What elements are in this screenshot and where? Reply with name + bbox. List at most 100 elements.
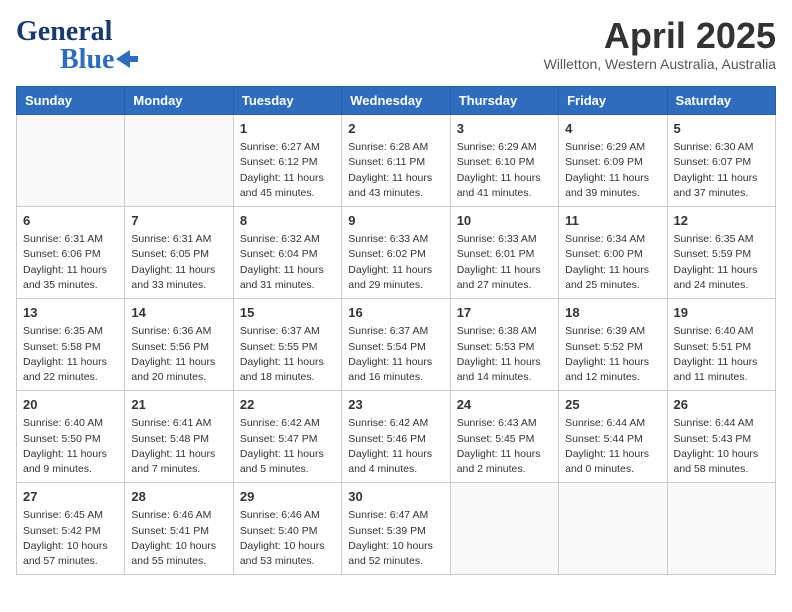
- calendar-cell: 23Sunrise: 6:42 AM Sunset: 5:46 PM Dayli…: [342, 391, 450, 483]
- calendar-cell: 9 Sunrise: 6:33 AM Sunset: 6:02 PM Daylig…: [342, 207, 450, 299]
- day-detail: Sunrise: 6:31 AM Sunset: 6:05 PM Dayligh…: [131, 232, 226, 293]
- calendar-week-row: 27Sunrise: 6:45 AM Sunset: 5:42 PM Dayli…: [17, 483, 776, 575]
- calendar-cell: 13 Sunrise: 6:35 AM Sunset: 5:58 PM Dayli…: [17, 299, 125, 391]
- day-detail: Sunrise: 6:35 AM Sunset: 5:58 PM Dayligh…: [23, 324, 118, 385]
- day-detail: Sunrise: 6:41 AM Sunset: 5:48 PM Dayligh…: [131, 416, 226, 477]
- day-detail: Sunrise: 6:35 AM Sunset: 5:59 PM Dayligh…: [674, 232, 769, 293]
- day-number: 20: [23, 396, 118, 414]
- day-number: 28: [131, 488, 226, 506]
- calendar-cell: 3Sunrise: 6:29 AM Sunset: 6:10 PM Daylig…: [450, 115, 558, 207]
- day-detail: Sunrise: 6:32 AM Sunset: 6:04 PM Dayligh…: [240, 232, 335, 293]
- day-detail: Sunrise: 6:33 AM Sunset: 6:01 PM Dayligh…: [457, 232, 552, 293]
- calendar-cell: 15 Sunrise: 6:37 AM Sunset: 5:55 PM Dayli…: [233, 299, 341, 391]
- calendar-cell: 18Sunrise: 6:39 AM Sunset: 5:52 PM Dayli…: [559, 299, 667, 391]
- col-header-tuesday: Tuesday: [233, 87, 341, 115]
- calendar-week-row: 20Sunrise: 6:40 AM Sunset: 5:50 PM Dayli…: [17, 391, 776, 483]
- calendar-cell: 7Sunrise: 6:31 AM Sunset: 6:05 PM Daylig…: [125, 207, 233, 299]
- day-detail: Sunrise: 6:37 AM Sunset: 5:54 PM Dayligh…: [348, 324, 443, 385]
- day-detail: Sunrise: 6:46 AM Sunset: 5:41 PM Dayligh…: [131, 508, 226, 569]
- day-number: 16: [348, 304, 443, 322]
- day-number: 17: [457, 304, 552, 322]
- page-header: General Blue April 2025 Willetton, Weste…: [16, 16, 776, 76]
- calendar-cell: 5Sunrise: 6:30 AM Sunset: 6:07 PM Daylig…: [667, 115, 775, 207]
- calendar-cell: 1 Sunrise: 6:27 AM Sunset: 6:12 PM Daylig…: [233, 115, 341, 207]
- calendar-cell: 11Sunrise: 6:34 AM Sunset: 6:00 PM Dayli…: [559, 207, 667, 299]
- calendar-cell: 6 Sunrise: 6:31 AM Sunset: 6:06 PM Daylig…: [17, 207, 125, 299]
- calendar-cell: 20Sunrise: 6:40 AM Sunset: 5:50 PM Dayli…: [17, 391, 125, 483]
- calendar-week-row: 6 Sunrise: 6:31 AM Sunset: 6:06 PM Daylig…: [17, 207, 776, 299]
- day-detail: Sunrise: 6:43 AM Sunset: 5:45 PM Dayligh…: [457, 416, 552, 477]
- day-number: 21: [131, 396, 226, 414]
- day-detail: Sunrise: 6:37 AM Sunset: 5:55 PM Dayligh…: [240, 324, 335, 385]
- calendar-week-row: 1 Sunrise: 6:27 AM Sunset: 6:12 PM Daylig…: [17, 115, 776, 207]
- day-number: 22: [240, 396, 335, 414]
- calendar-cell: 17 Sunrise: 6:38 AM Sunset: 5:53 PM Dayli…: [450, 299, 558, 391]
- day-detail: Sunrise: 6:46 AM Sunset: 5:40 PM Dayligh…: [240, 508, 335, 569]
- day-number: 19: [674, 304, 769, 322]
- calendar-week-row: 13 Sunrise: 6:35 AM Sunset: 5:58 PM Dayli…: [17, 299, 776, 391]
- day-number: 26: [674, 396, 769, 414]
- col-header-friday: Friday: [559, 87, 667, 115]
- day-number: 25: [565, 396, 660, 414]
- day-number: 30: [348, 488, 443, 506]
- day-detail: Sunrise: 6:27 AM Sunset: 6:12 PM Dayligh…: [240, 140, 335, 201]
- day-number: 15: [240, 304, 335, 322]
- day-detail: Sunrise: 6:47 AM Sunset: 5:39 PM Dayligh…: [348, 508, 443, 569]
- day-detail: Sunrise: 6:40 AM Sunset: 5:51 PM Dayligh…: [674, 324, 769, 385]
- calendar-cell: [125, 115, 233, 207]
- day-number: 29: [240, 488, 335, 506]
- logo-blue-text: Blue: [60, 44, 114, 76]
- calendar-cell: 10 Sunrise: 6:33 AM Sunset: 6:01 PM Dayli…: [450, 207, 558, 299]
- day-number: 8: [240, 212, 335, 230]
- calendar-cell: 29 Sunrise: 6:46 AM Sunset: 5:40 PM Dayli…: [233, 483, 341, 575]
- day-detail: Sunrise: 6:33 AM Sunset: 6:02 PM Dayligh…: [348, 232, 443, 293]
- day-number: 1: [240, 120, 335, 138]
- day-number: 23: [348, 396, 443, 414]
- day-number: 13: [23, 304, 118, 322]
- day-detail: Sunrise: 6:44 AM Sunset: 5:43 PM Dayligh…: [674, 416, 769, 477]
- calendar-cell: [17, 115, 125, 207]
- day-detail: Sunrise: 6:30 AM Sunset: 6:07 PM Dayligh…: [674, 140, 769, 201]
- logo: General Blue: [16, 16, 138, 76]
- day-detail: Sunrise: 6:31 AM Sunset: 6:06 PM Dayligh…: [23, 232, 118, 293]
- day-number: 24: [457, 396, 552, 414]
- calendar-cell: 25 Sunrise: 6:44 AM Sunset: 5:44 PM Dayli…: [559, 391, 667, 483]
- calendar-cell: 30 Sunrise: 6:47 AM Sunset: 5:39 PM Dayli…: [342, 483, 450, 575]
- day-number: 12: [674, 212, 769, 230]
- day-number: 14: [131, 304, 226, 322]
- day-number: 10: [457, 212, 552, 230]
- day-detail: Sunrise: 6:29 AM Sunset: 6:10 PM Dayligh…: [457, 140, 552, 201]
- day-detail: Sunrise: 6:28 AM Sunset: 6:11 PM Dayligh…: [348, 140, 443, 201]
- col-header-wednesday: Wednesday: [342, 87, 450, 115]
- calendar-cell: 19 Sunrise: 6:40 AM Sunset: 5:51 PM Dayli…: [667, 299, 775, 391]
- day-number: 6: [23, 212, 118, 230]
- calendar-cell: 16 Sunrise: 6:37 AM Sunset: 5:54 PM Dayli…: [342, 299, 450, 391]
- location-subtitle: Willetton, Western Australia, Australia: [544, 56, 776, 72]
- day-number: 18: [565, 304, 660, 322]
- calendar-header-row: SundayMondayTuesdayWednesdayThursdayFrid…: [17, 87, 776, 115]
- day-number: 4: [565, 120, 660, 138]
- col-header-thursday: Thursday: [450, 87, 558, 115]
- calendar-table: SundayMondayTuesdayWednesdayThursdayFrid…: [16, 86, 776, 575]
- calendar-cell: 14 Sunrise: 6:36 AM Sunset: 5:56 PM Dayli…: [125, 299, 233, 391]
- day-number: 9: [348, 212, 443, 230]
- day-detail: Sunrise: 6:44 AM Sunset: 5:44 PM Dayligh…: [565, 416, 660, 477]
- day-detail: Sunrise: 6:38 AM Sunset: 5:53 PM Dayligh…: [457, 324, 552, 385]
- calendar-cell: [559, 483, 667, 575]
- calendar-cell: 28 Sunrise: 6:46 AM Sunset: 5:41 PM Dayli…: [125, 483, 233, 575]
- day-number: 27: [23, 488, 118, 506]
- calendar-cell: 21 Sunrise: 6:41 AM Sunset: 5:48 PM Dayli…: [125, 391, 233, 483]
- day-detail: Sunrise: 6:29 AM Sunset: 6:09 PM Dayligh…: [565, 140, 660, 201]
- logo-arrow-icon: [116, 50, 138, 68]
- calendar-cell: 26 Sunrise: 6:44 AM Sunset: 5:43 PM Dayli…: [667, 391, 775, 483]
- calendar-cell: 22Sunrise: 6:42 AM Sunset: 5:47 PM Dayli…: [233, 391, 341, 483]
- calendar-cell: 12 Sunrise: 6:35 AM Sunset: 5:59 PM Dayli…: [667, 207, 775, 299]
- calendar-cell: [450, 483, 558, 575]
- col-header-monday: Monday: [125, 87, 233, 115]
- title-area: April 2025 Willetton, Western Australia,…: [544, 16, 776, 72]
- day-detail: Sunrise: 6:34 AM Sunset: 6:00 PM Dayligh…: [565, 232, 660, 293]
- calendar-cell: 8 Sunrise: 6:32 AM Sunset: 6:04 PM Daylig…: [233, 207, 341, 299]
- calendar-cell: [667, 483, 775, 575]
- day-detail: Sunrise: 6:36 AM Sunset: 5:56 PM Dayligh…: [131, 324, 226, 385]
- calendar-cell: 27Sunrise: 6:45 AM Sunset: 5:42 PM Dayli…: [17, 483, 125, 575]
